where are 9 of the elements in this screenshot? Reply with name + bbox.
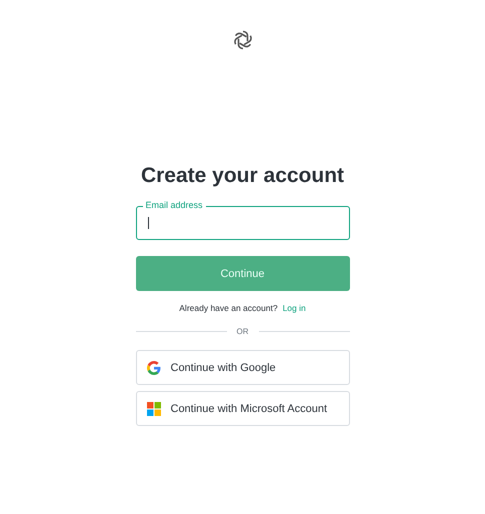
microsoft-signin-button[interactable]: Continue with Microsoft Account — [136, 391, 350, 426]
login-prompt: Already have an account? — [179, 303, 278, 313]
google-icon — [146, 360, 160, 374]
divider-label: OR — [236, 327, 248, 336]
google-signin-button[interactable]: Continue with Google — [136, 350, 350, 385]
continue-button[interactable]: Continue — [136, 256, 350, 291]
login-link[interactable]: Log in — [282, 303, 306, 313]
page-heading: Create your account — [140, 164, 344, 188]
microsoft-icon — [146, 402, 160, 416]
